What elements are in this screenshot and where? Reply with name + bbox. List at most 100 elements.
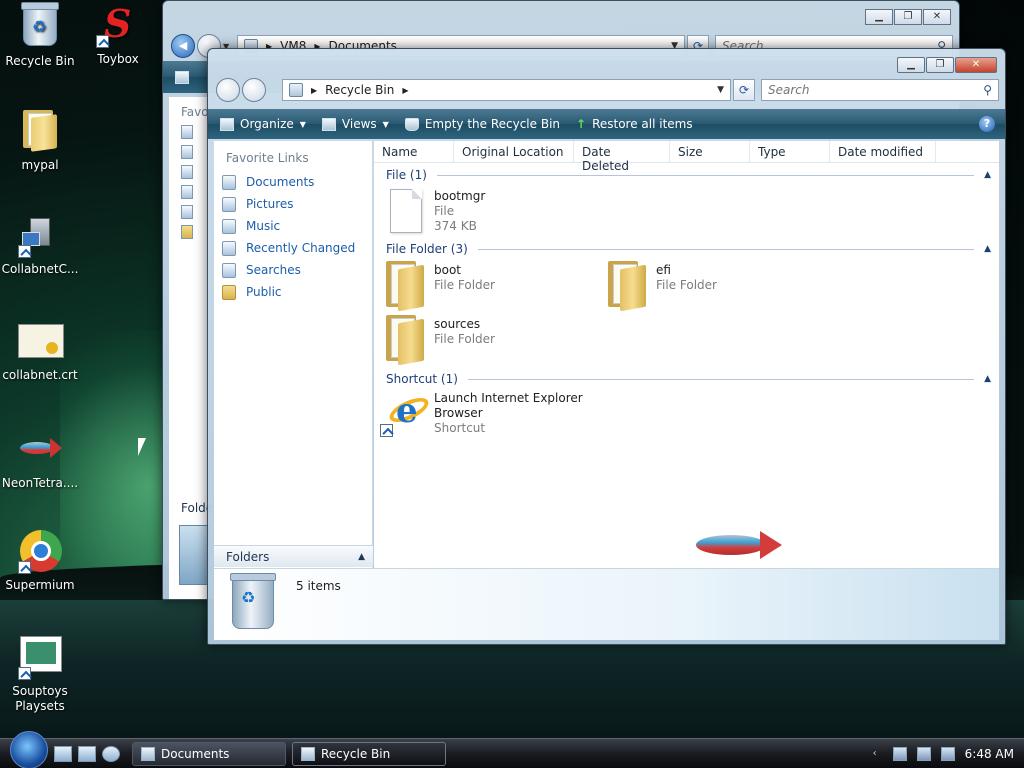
group-header-file[interactable]: File (1) ▲: [374, 165, 999, 185]
back-button[interactable]: [216, 78, 240, 102]
nav-link-recently-changed[interactable]: Recently Changed: [214, 237, 372, 259]
chevron-up-icon[interactable]: ▲: [984, 374, 991, 384]
item-name-line2: Browser: [434, 406, 483, 420]
switch-windows-icon[interactable]: [78, 745, 96, 762]
organize-button[interactable]: Organize ▼: [220, 117, 306, 131]
clock[interactable]: 6:48 AM: [965, 747, 1014, 761]
chevron-up-icon[interactable]: ▲: [984, 170, 991, 180]
maximize-button[interactable]: ❐: [926, 57, 954, 73]
documents-link-icon[interactable]: [181, 125, 193, 139]
address-dropdown-icon[interactable]: ▼: [717, 85, 724, 95]
minimize-button[interactable]: ▁: [865, 9, 893, 25]
list-item[interactable]: boot File Folder: [382, 259, 604, 312]
tray-expand-icon[interactable]: ‹: [873, 748, 877, 759]
close-button[interactable]: ✕: [955, 57, 997, 73]
favorite-links-heading: Favori: [181, 105, 217, 119]
column-header-date-deleted[interactable]: Date Deleted: [574, 141, 670, 173]
desktop-icon-label: Supermium: [5, 578, 75, 592]
search-input[interactable]: [768, 83, 984, 97]
group-divider: [467, 378, 975, 380]
views-button[interactable]: Views ▼: [321, 117, 389, 131]
group-header-file-folder[interactable]: File Folder (3) ▲: [374, 239, 999, 259]
group-title: Shortcut (1): [386, 372, 458, 386]
item-type: File Folder: [656, 278, 717, 292]
search-icon[interactable]: ⚲: [983, 83, 992, 97]
forward-button[interactable]: [242, 78, 266, 102]
close-button[interactable]: ✕: [923, 9, 951, 25]
restore-all-label: Restore all items: [592, 117, 693, 131]
maximize-button[interactable]: ❐: [894, 9, 922, 25]
item-name: bootmgr: [434, 189, 486, 203]
recycle-bin-window[interactable]: ▁ ❐ ✕ ▶ Recycle Bin ▶ ▼ ⟳ ⚲ Organize ▼ V…: [207, 48, 1006, 645]
nav-link-searches[interactable]: Searches: [214, 259, 372, 281]
internet-explorer-icon: e: [380, 389, 432, 439]
desktop-icon-recycle-bin[interactable]: Recycle Bin: [0, 2, 80, 69]
list-item[interactable]: efi File Folder: [604, 259, 826, 312]
empty-recycle-bin-button[interactable]: Empty the Recycle Bin: [404, 117, 560, 131]
nav-link-pictures[interactable]: Pictures: [214, 193, 372, 215]
search-box[interactable]: ⚲: [761, 79, 999, 101]
desktop-icon-collabnet-crt[interactable]: collabnet.crt: [0, 320, 80, 383]
music-link-icon[interactable]: [181, 165, 193, 179]
desktop-icon-label: NeonTetra....: [1, 476, 79, 490]
souptoys-icon: [18, 636, 62, 680]
folders-label: Folders: [226, 549, 270, 564]
browser-quicklaunch-icon[interactable]: [102, 745, 120, 762]
certificate-icon: [18, 320, 64, 364]
column-header-size[interactable]: Size: [670, 141, 750, 162]
folders-toggle[interactable]: Folders ▲: [214, 545, 373, 567]
list-item[interactable]: sources File Folder: [382, 313, 782, 366]
column-header-date-modified[interactable]: Date modified: [830, 141, 936, 162]
public-link-icon[interactable]: [181, 225, 193, 239]
show-desktop-icon[interactable]: [54, 745, 72, 762]
column-headers: Name Original Location Date Deleted Size…: [374, 141, 999, 173]
start-button[interactable]: [10, 730, 48, 768]
desktop-icon-collabnet-client[interactable]: CollabnetC...: [0, 214, 80, 277]
navigation-pane: Favori Folde: [169, 97, 217, 599]
nav-link-music[interactable]: Music: [214, 215, 372, 237]
network-icon[interactable]: [916, 746, 931, 761]
column-header-name[interactable]: Name: [374, 141, 454, 162]
music-icon: [222, 218, 236, 234]
back-button[interactable]: [171, 34, 195, 58]
desktop-icon-mypal[interactable]: mypal: [0, 108, 80, 173]
taskbar-button-documents[interactable]: Documents: [132, 741, 286, 766]
window-caption-buttons: ▁ ❐ ✕: [896, 57, 997, 73]
breadcrumb-current[interactable]: Recycle Bin: [325, 83, 394, 97]
list-item[interactable]: e Launch Internet Explorer Browser Short…: [380, 389, 604, 445]
nav-link-documents[interactable]: Documents: [214, 171, 372, 193]
item-type: File Folder: [434, 332, 495, 346]
desktop-icon-toybox[interactable]: S Toybox: [78, 4, 158, 67]
column-header-type[interactable]: Type: [750, 141, 830, 162]
pictures-link-icon[interactable]: [181, 145, 193, 159]
restore-all-button[interactable]: ↑ Restore all items: [576, 117, 693, 131]
recent-link-icon[interactable]: [181, 185, 193, 199]
folder-icon: [141, 746, 155, 761]
desktop-icon-souptoys[interactable]: Souptoys Playsets: [0, 636, 80, 714]
browser-icon: [18, 530, 62, 574]
list-item[interactable]: bootmgr File 374 KB: [382, 185, 604, 237]
organize-icon: [175, 70, 189, 84]
item-type: Shortcut: [434, 421, 486, 435]
address-bar[interactable]: ▶ Recycle Bin ▶ ▼: [282, 79, 731, 101]
minimize-button[interactable]: ▁: [897, 57, 925, 73]
restore-arrow-icon: ↑: [576, 117, 587, 131]
refresh-button[interactable]: ⟳: [733, 79, 755, 101]
chevron-up-icon: ▲: [358, 551, 365, 562]
desktop-icon-neontetra[interactable]: NeonTetra....: [0, 428, 80, 491]
help-icon[interactable]: ?: [979, 116, 995, 132]
folder-icon: [222, 284, 236, 300]
organize-button[interactable]: [175, 70, 195, 84]
neon-tetra-fish[interactable]: [696, 531, 786, 559]
folder-icon: [604, 259, 652, 312]
column-header-original-location[interactable]: Original Location: [454, 141, 574, 162]
safely-remove-icon[interactable]: [892, 746, 907, 761]
desktop-icon-supermium[interactable]: Supermium: [0, 530, 80, 593]
volume-muted-icon[interactable]: [940, 746, 955, 761]
group-header-shortcut[interactable]: Shortcut (1) ▲: [374, 369, 999, 389]
nav-link-public[interactable]: Public: [214, 281, 372, 303]
chevron-up-icon[interactable]: ▲: [984, 244, 991, 254]
searches-link-icon[interactable]: [181, 205, 193, 219]
taskbar-button-recycle-bin[interactable]: Recycle Bin: [292, 741, 446, 766]
desktop-icon-label: CollabnetC...: [1, 262, 79, 276]
